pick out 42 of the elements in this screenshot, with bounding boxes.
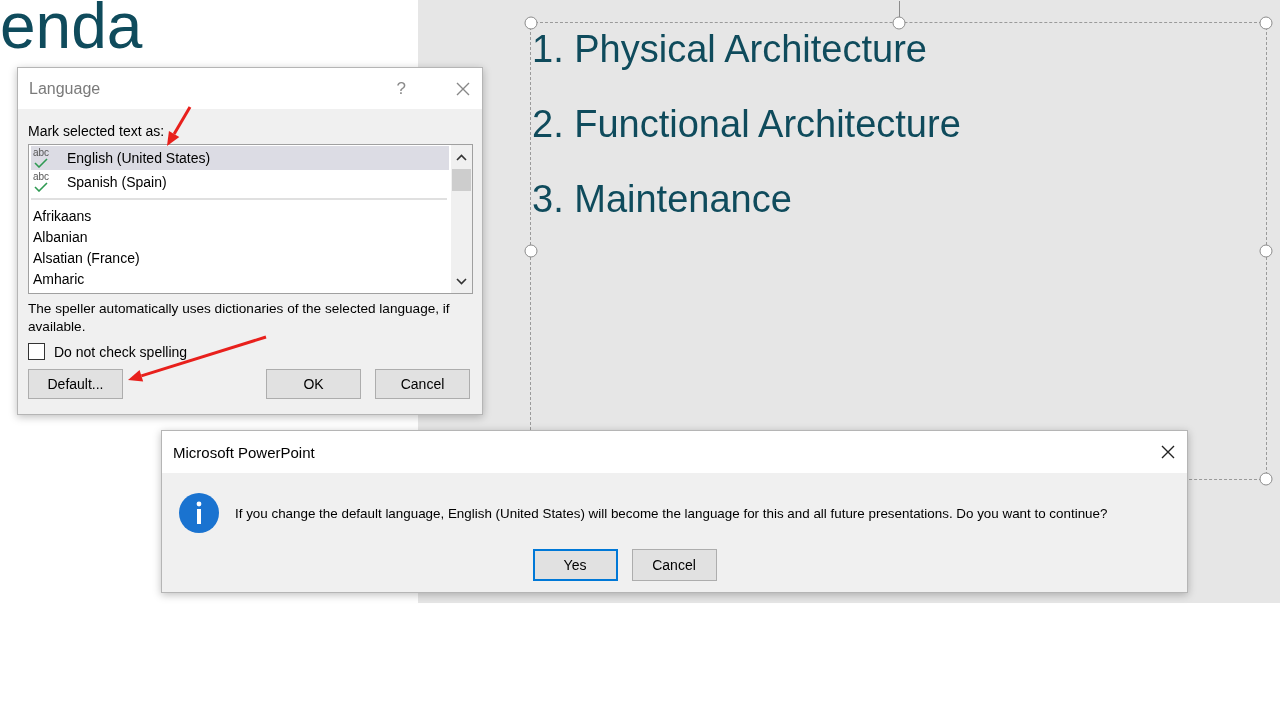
scroll-up-icon[interactable] (456, 153, 467, 161)
resize-handle[interactable] (1259, 16, 1273, 30)
info-icon (179, 493, 219, 533)
language-item[interactable]: Afrikaans (31, 206, 449, 227)
resize-handle[interactable] (524, 244, 538, 258)
resize-handle[interactable] (892, 16, 905, 30)
dialog-button[interactable]: Yes (532, 549, 618, 581)
agenda-item: 3. Maintenance (531, 177, 793, 222)
agenda-item: 1. Physical Architecture (531, 27, 928, 72)
annotation-arrow (167, 106, 192, 146)
badge-label: abc (33, 148, 50, 158)
language-item[interactable]: Amharic (31, 269, 449, 290)
check-icon (33, 182, 49, 192)
help-button[interactable]: ? (396, 78, 406, 99)
message-text: If you change the default language, English (United States) will become the language for this and all future presentations. Do you want to continue? (235, 505, 1108, 521)
language-item[interactable]: abc Spanish (Spain) (31, 170, 449, 194)
dialog-title: Microsoft PowerPoint (173, 443, 316, 461)
dialog-button[interactable]: OK (266, 369, 361, 399)
resize-handle[interactable] (524, 16, 538, 30)
dialog-title: Language (29, 79, 102, 98)
scrollbar[interactable] (451, 145, 472, 293)
check-icon (33, 158, 49, 168)
checkbox-label: Do not check spelling (54, 343, 188, 360)
language-item[interactable]: Albanian (31, 227, 449, 248)
list-label: Mark selected text as: (28, 123, 166, 139)
slide-title: enda (0, 0, 144, 58)
dialog-button[interactable]: Cancel (631, 549, 717, 581)
resize-handle[interactable] (1259, 244, 1273, 258)
close-icon[interactable] (1161, 445, 1175, 459)
checkbox[interactable] (28, 343, 45, 360)
scroll-thumb[interactable] (452, 169, 471, 191)
language-item[interactable]: Alsatian (France) (31, 248, 449, 269)
language-label: English (United States) (67, 150, 211, 166)
dialog-button[interactable]: Default... (28, 369, 123, 399)
agenda-item: 2. Functional Architecture (531, 102, 962, 147)
info-text: The speller automatically uses dictionaries of the selected language, if available. (28, 300, 451, 336)
scroll-down-icon[interactable] (456, 277, 467, 285)
language-label: Spanish (Spain) (67, 174, 167, 190)
dialog-button[interactable]: Cancel (375, 369, 470, 399)
badge-label: abc (33, 172, 50, 182)
language-item[interactable]: abc English (United States) (31, 146, 449, 170)
resize-handle[interactable] (1259, 472, 1273, 486)
